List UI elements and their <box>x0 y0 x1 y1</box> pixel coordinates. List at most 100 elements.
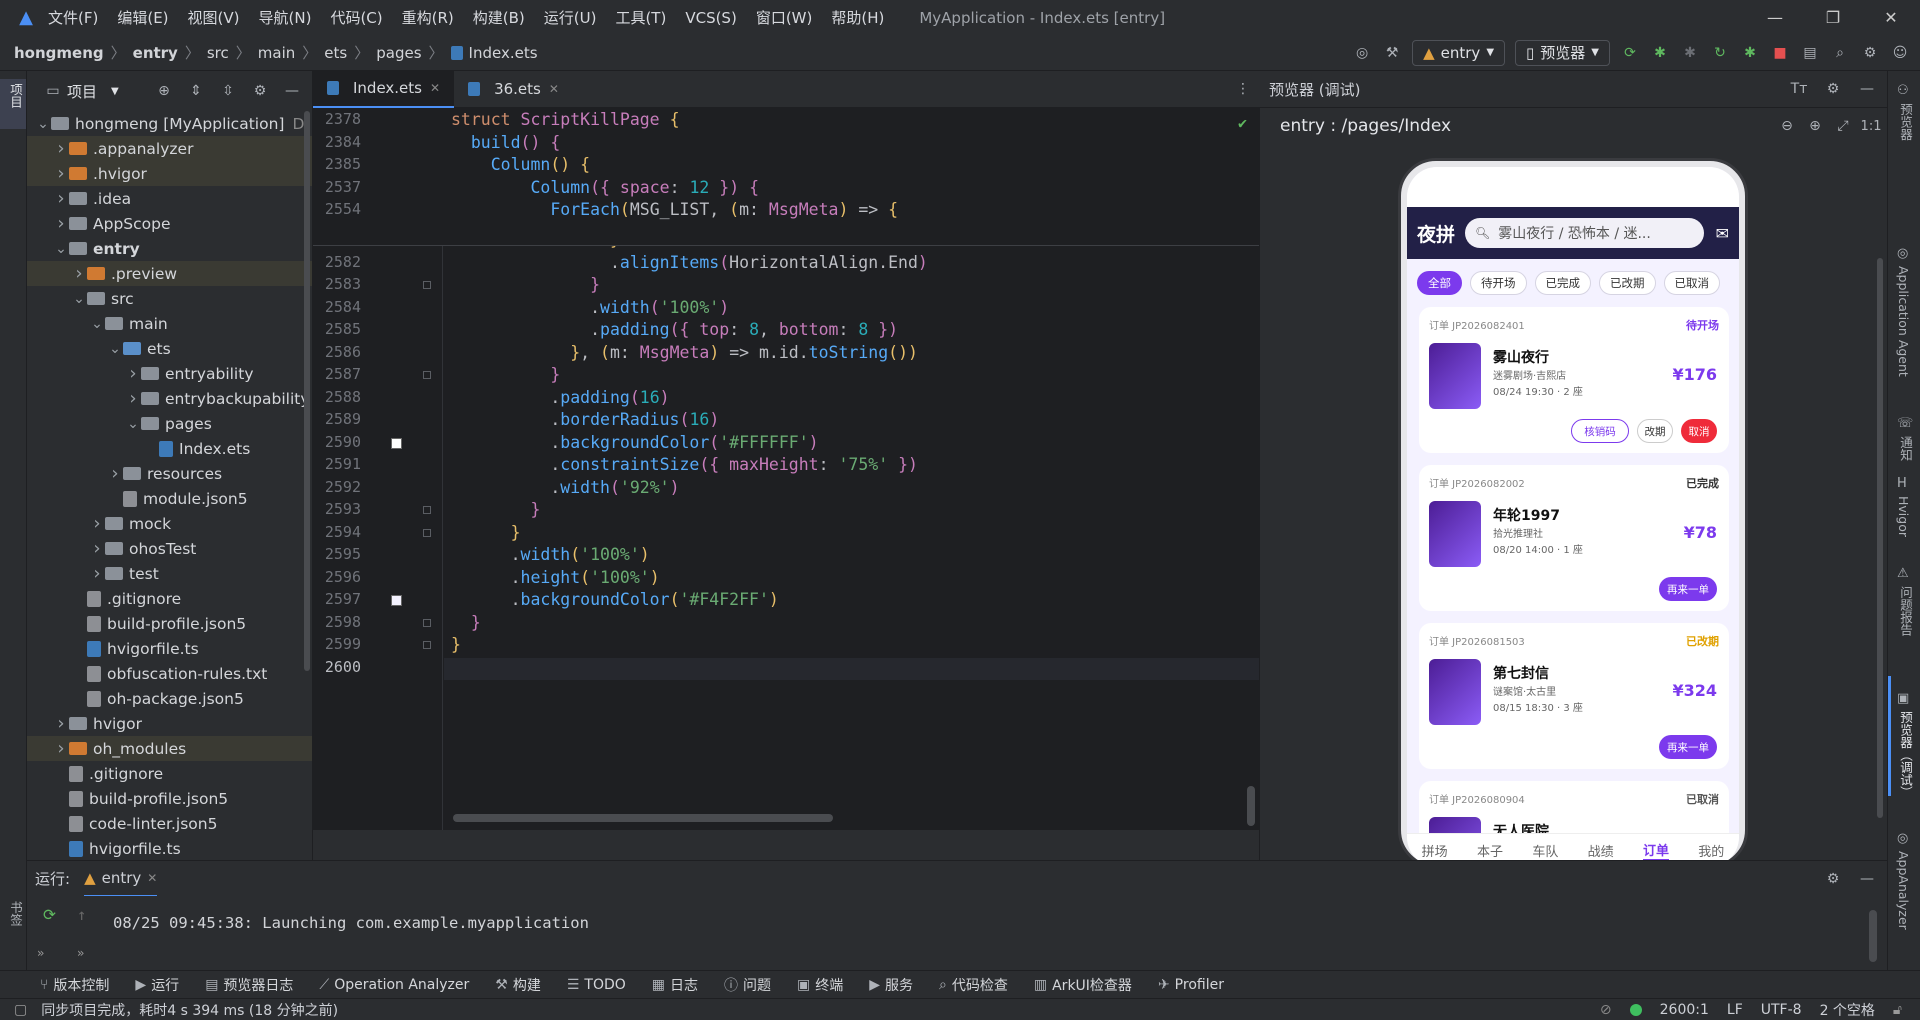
scroll-up-icon[interactable]: ↑ <box>77 906 86 924</box>
menu-item[interactable]: 代码(C) <box>330 7 382 28</box>
chevron-right-icon[interactable]: › <box>125 388 141 409</box>
status-chip[interactable]: 待开场 <box>1470 271 1527 295</box>
target-icon[interactable]: ◎ <box>1352 43 1372 63</box>
tree-item[interactable]: › entrybackupability <box>27 386 312 411</box>
menu-item[interactable]: 文件(F) <box>48 7 98 28</box>
chevron-right-icon[interactable]: › <box>107 463 123 484</box>
chevron-right-icon[interactable]: › <box>53 213 69 234</box>
horizontal-scrollbar[interactable] <box>453 814 833 822</box>
more-icon[interactable]: » <box>77 946 84 960</box>
tool-window-label[interactable]: 问题报告 <box>1896 586 1915 636</box>
tree-item[interactable]: module.json5 <box>27 486 312 511</box>
tool-window-button[interactable]: ⚒ 构建 <box>495 975 541 995</box>
menu-item[interactable]: 窗口(W) <box>756 7 813 28</box>
module-select[interactable]: ▲ entry ▼ <box>1412 39 1506 66</box>
search-icon[interactable]: ⌕ <box>1830 43 1850 63</box>
tool-window-button[interactable]: ▶ 运行 <box>135 975 179 995</box>
tree-item[interactable]: › resources <box>27 461 312 486</box>
fit-screen-icon[interactable]: ⤢ <box>1833 116 1853 136</box>
tree-item[interactable]: .gitignore <box>27 586 312 611</box>
tool-window-icon[interactable]: ⚇ <box>1897 83 1909 98</box>
tree-item[interactable]: ⌄ pages <box>27 411 312 436</box>
chevron-right-icon[interactable]: › <box>71 263 87 284</box>
color-swatch-icon[interactable] <box>391 437 402 449</box>
tool-window-button[interactable]: ▦ 日志 <box>652 975 698 995</box>
editor-tab[interactable]: Index.ets ✕ <box>313 70 455 108</box>
chevron-down-icon[interactable]: ⌄ <box>71 291 87 307</box>
tree-item[interactable]: › AppScope <box>27 211 312 236</box>
one-to-one-icon[interactable]: 1:1 <box>1861 116 1882 136</box>
preview-scrollbar[interactable] <box>1877 258 1883 818</box>
debug-icon[interactable]: ✱ <box>1650 43 1670 63</box>
tool-window-label[interactable]: Application Agent <box>1896 266 1911 377</box>
menu-item[interactable]: 构建(B) <box>473 7 525 28</box>
project-tool-button[interactable]: 项目 <box>0 79 26 129</box>
device-select[interactable]: ▯ 预览器 ▼ <box>1515 39 1610 66</box>
menu-item[interactable]: 导航(N) <box>259 7 312 28</box>
tool-window-icon[interactable]: ▣ <box>1897 691 1909 706</box>
tree-item[interactable]: hvigorfile.ts <box>27 636 312 661</box>
tree-scrollbar[interactable] <box>304 111 310 671</box>
font-size-icon[interactable]: Tт <box>1789 79 1809 99</box>
gear-icon[interactable]: ⚙ <box>1823 79 1843 99</box>
hammer-icon[interactable]: ⚒ <box>1382 43 1402 63</box>
tree-item[interactable]: ⌄ main <box>27 311 312 336</box>
apply-changes-icon[interactable]: ↻ <box>1710 43 1730 63</box>
gear-icon[interactable]: ⚙ <box>250 81 270 101</box>
menu-item[interactable]: 工具(T) <box>615 7 666 28</box>
rerun-icon[interactable]: ⟳ <box>1620 43 1640 63</box>
menu-item[interactable]: 运行(U) <box>544 7 597 28</box>
indent-setting[interactable]: 2 个空格 <box>1820 1000 1875 1020</box>
order-action-button[interactable]: 再来一单 <box>1659 577 1717 601</box>
tree-item[interactable]: build-profile.json5 <box>27 611 312 636</box>
order-action-button[interactable]: 再来一单 <box>1659 735 1717 759</box>
breadcrumb-item[interactable]: pages <box>376 44 421 62</box>
power-save-icon[interactable]: ⊘ <box>1600 1002 1612 1018</box>
tree-item[interactable]: oh-package.json5 <box>27 686 312 711</box>
menu-item[interactable]: 重构(R) <box>402 7 454 28</box>
close-tab-icon[interactable]: ✕ <box>549 82 559 96</box>
tree-item[interactable]: › .appanalyzer <box>27 136 312 161</box>
tool-window-button[interactable]: ☰ TODO <box>567 977 626 993</box>
app-tab-item[interactable]: 车队 <box>1532 841 1558 860</box>
order-action-button[interactable]: 核销码 <box>1571 419 1629 443</box>
fold-marker-icon[interactable] <box>423 618 431 627</box>
tool-window-button[interactable]: ▶ 服务 <box>869 975 913 995</box>
tree-item[interactable]: Index.ets <box>27 436 312 461</box>
tree-item[interactable]: ⌄ hongmeng [MyApplication] D: <box>27 111 312 136</box>
tool-window-icon[interactable]: ◎ <box>1897 246 1908 261</box>
tool-window-icon[interactable]: ⚠ <box>1897 566 1909 581</box>
fold-marker-icon[interactable] <box>423 641 431 649</box>
breadcrumb-item[interactable]: src <box>207 44 229 62</box>
tree-item[interactable]: › hvigor <box>27 711 312 736</box>
locate-icon[interactable]: ⊕ <box>154 81 174 101</box>
account-icon[interactable]: ☺ <box>1890 43 1910 63</box>
chevron-down-icon[interactable]: ⌄ <box>53 241 69 257</box>
minimize-icon[interactable]: — <box>1746 8 1804 27</box>
order-action-button[interactable]: 取消 <box>1681 419 1717 443</box>
close-tab-icon[interactable]: ✕ <box>147 871 157 885</box>
breadcrumb-item[interactable]: ets <box>324 44 347 62</box>
chevron-down-icon[interactable]: ⌄ <box>89 316 105 332</box>
hide-panel-icon[interactable]: — <box>1857 79 1877 99</box>
app-tab-item[interactable]: 我的 <box>1698 841 1724 860</box>
tool-window-button[interactable]: ▥ ArkUI检查器 <box>1034 975 1132 995</box>
app-tab-item[interactable]: 战绩 <box>1588 841 1614 860</box>
hide-icon[interactable]: — <box>282 81 302 101</box>
chevron-right-icon[interactable]: › <box>53 163 69 184</box>
chevron-right-icon[interactable]: › <box>89 538 105 559</box>
chevron-right-icon[interactable]: › <box>53 138 69 159</box>
chevron-right-icon[interactable]: › <box>89 513 105 534</box>
chevron-down-icon[interactable]: ⌄ <box>125 416 141 432</box>
menu-item[interactable]: 编辑(E) <box>117 7 168 28</box>
app-tab-item[interactable]: 订单 <box>1642 840 1669 862</box>
tool-window-label[interactable]: 预览器 <box>1896 103 1915 141</box>
breadcrumb-item[interactable]: main <box>258 44 295 62</box>
tool-window-label[interactable]: 预览器（调试） <box>1896 711 1915 799</box>
fold-marker-icon[interactable] <box>423 371 431 379</box>
menu-item[interactable]: 视图(V) <box>188 7 240 28</box>
fold-marker-icon[interactable] <box>423 281 431 289</box>
tree-item[interactable]: ⌄ entry <box>27 236 312 261</box>
chevron-right-icon[interactable]: › <box>125 363 141 384</box>
hide-panel-icon[interactable]: — <box>1857 869 1877 889</box>
